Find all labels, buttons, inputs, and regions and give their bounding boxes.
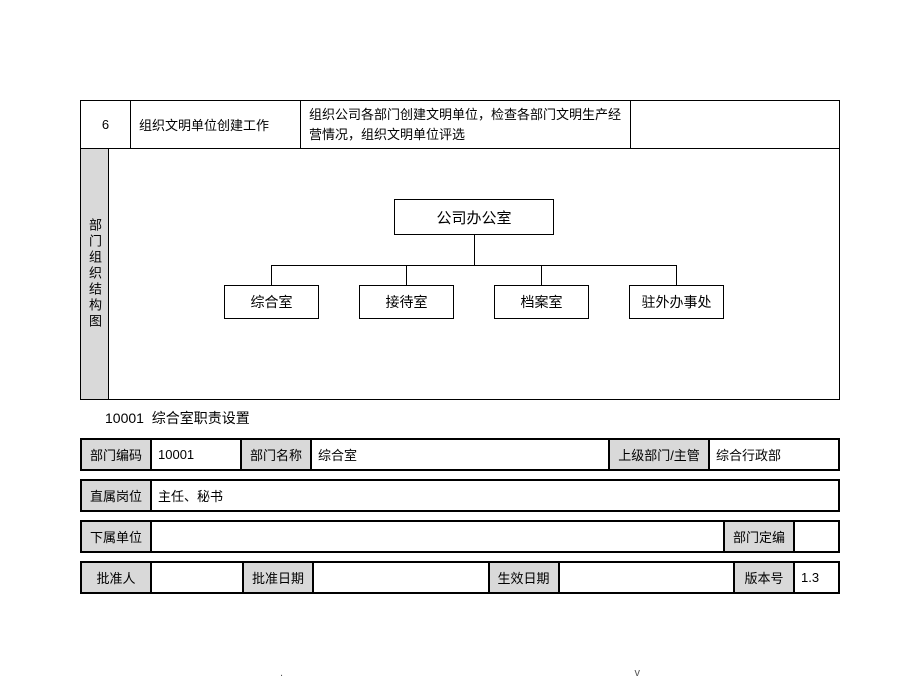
section-heading: 10001 综合室职责设置 bbox=[105, 408, 840, 428]
dept-name-value: 综合室 bbox=[311, 439, 609, 470]
approver-label: 批准人 bbox=[81, 562, 151, 593]
org-child-node: 档案室 bbox=[494, 285, 589, 319]
org-child-node: 综合室 bbox=[224, 285, 319, 319]
org-chart: 公司办公室 综合室 接待室 档案室 bbox=[109, 149, 839, 399]
superior-value: 综合行政部 bbox=[709, 439, 839, 470]
dept-info-row-3: 下属单位 部门定编 bbox=[80, 520, 840, 553]
dept-info-row-4: 批准人 批准日期 生效日期 版本号 1.3 bbox=[80, 561, 840, 594]
task-number: 6 bbox=[81, 101, 131, 149]
effective-date-value bbox=[559, 562, 735, 593]
task-description: 组织公司各部门创建文明单位，检查各部门文明生产经营情况，组织文明单位评选 bbox=[301, 101, 631, 149]
direct-pos-value: 主任、秘书 bbox=[151, 480, 839, 511]
dept-info-row-2: 直属岗位 主任、秘书 bbox=[80, 479, 840, 512]
dept-code-label: 部门编码 bbox=[81, 439, 151, 470]
org-top-node: 公司办公室 bbox=[394, 199, 554, 235]
sub-unit-label: 下属单位 bbox=[81, 521, 151, 552]
footer: . v bbox=[0, 642, 920, 679]
superior-label: 上级部门/主管 bbox=[609, 439, 709, 470]
version-value: 1.3 bbox=[794, 562, 839, 593]
org-chart-label: 部门组织结构图 bbox=[81, 149, 109, 399]
dept-name-label: 部门名称 bbox=[241, 439, 311, 470]
direct-pos-label: 直属岗位 bbox=[81, 480, 151, 511]
org-child-node: 驻外办事处 bbox=[629, 285, 724, 319]
effective-date-label: 生效日期 bbox=[489, 562, 559, 593]
task-table: 6 组织文明单位创建工作 组织公司各部门创建文明单位，检查各部门文明生产经营情况… bbox=[80, 100, 840, 149]
dept-code-value: 10001 bbox=[151, 439, 241, 470]
task-title: 组织文明单位创建工作 bbox=[131, 101, 301, 149]
sub-unit-value bbox=[151, 521, 724, 552]
version-label: 版本号 bbox=[734, 562, 794, 593]
approve-date-value bbox=[313, 562, 489, 593]
approve-date-label: 批准日期 bbox=[243, 562, 313, 593]
approver-value bbox=[151, 562, 243, 593]
headcount-label: 部门定编 bbox=[724, 521, 794, 552]
headcount-value bbox=[794, 521, 839, 552]
org-child-node: 接待室 bbox=[359, 285, 454, 319]
task-empty-cell bbox=[631, 101, 840, 149]
org-chart-section: 部门组织结构图 公司办公室 综合室 接待室 bbox=[80, 149, 840, 400]
dept-info-row-1: 部门编码 10001 部门名称 综合室 上级部门/主管 综合行政部 bbox=[80, 438, 840, 471]
